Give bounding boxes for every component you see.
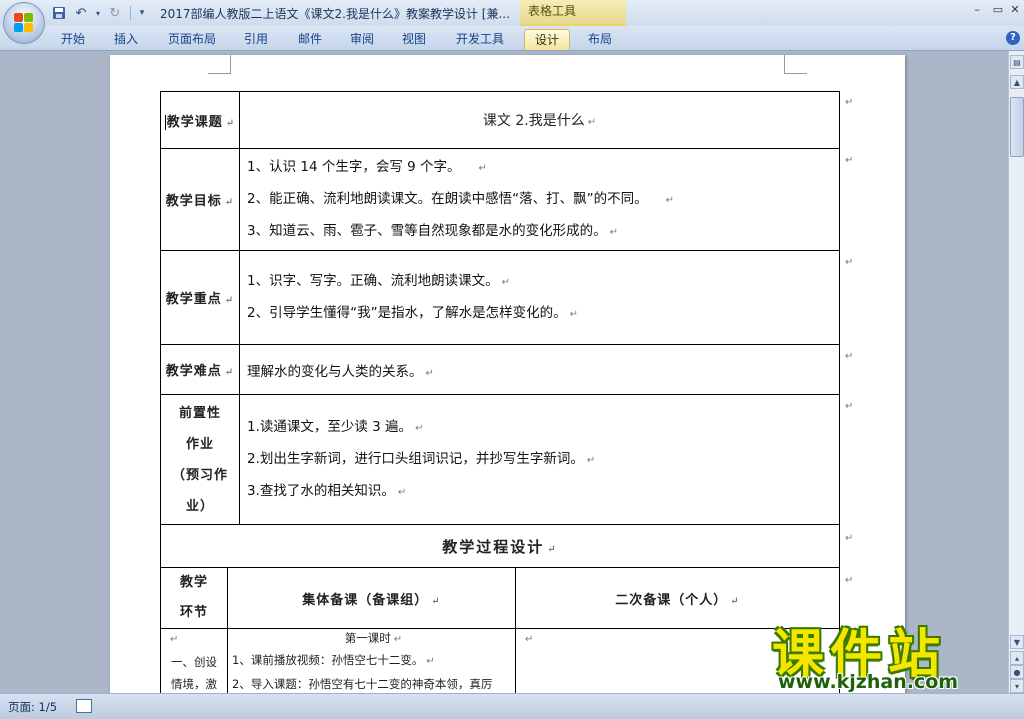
undo-icon[interactable]: ↶ (72, 4, 90, 22)
tab-mailings[interactable]: 邮件 (288, 29, 332, 49)
goal-line: 2、能正确、流利地朗读课文。在朗读中感悟“落、打、飘”的不同。 ↵ (247, 190, 674, 207)
table-row: 前置性 作业 （预习作 业） 1.读通课文，至少读 3 遍。 ↵ 2.划出生字新词… (160, 394, 841, 525)
goal-line: 1、认识 14 个生字，会写 9 个字。 ↵ (247, 158, 487, 175)
preview-line: 1.读通课文，至少读 3 遍。 ↵ (247, 418, 424, 435)
page-count[interactable]: 页面: 1/5 (8, 699, 57, 715)
row-end-mark: ↵ (845, 401, 854, 412)
table-row: 教学难点 ↵ 理解水的变化与人类的关系。 ↵ (160, 344, 841, 395)
group-prep-content-cell[interactable]: 第一课时 ↵ 1、课前播放视频：孙悟空七十二变。 ↵ 2、导入课题：孙悟空有七十二变… (227, 628, 516, 693)
crop-mark-right (784, 55, 807, 74)
undo-dropdown-icon[interactable]: ▾ (94, 4, 102, 22)
crop-mark-left (208, 55, 231, 74)
office-logo-icon (14, 13, 34, 33)
customize-qat-icon[interactable]: ▾ (137, 4, 147, 22)
restore-button[interactable]: ▭ (991, 3, 1005, 16)
row-end-mark: ↵ (845, 155, 854, 166)
quick-access-toolbar: ↶ ▾ ↻ ▾ (50, 4, 147, 22)
goal-line: 3、知道云、雨、雹子、雪等自然现象都是水的变化形成的。 ↵ (247, 222, 618, 239)
table-row: 教学目标 ↵ 1、认识 14 个生字，会写 9 个字。 ↵ 2、能正确、流利地朗读课… (160, 148, 841, 251)
previous-page-icon[interactable]: ▴ (1010, 651, 1024, 665)
document-title: 2017部编人教版二上语文《课文2.我是什么》教案教学设计 [兼... (160, 7, 510, 21)
preview-label-cell[interactable]: 前置性 作业 （预习作 业） (160, 394, 240, 525)
table-row: 教学课题 ↵ 课文 2.我是什么 ↵ (160, 91, 841, 149)
vertical-scrollbar[interactable]: ▤ ▲ ▼ ▴ ● ▾ (1008, 51, 1024, 693)
table-tools-context-label: 表格工具 (520, 0, 626, 26)
document-page[interactable]: 教学课题 ↵ 课文 2.我是什么 ↵ 教学目标 ↵ 1、认识 14 个生字，会写 9 … (110, 55, 905, 693)
tab-insert[interactable]: 插入 (104, 29, 148, 49)
scroll-down-icon[interactable]: ▼ (1010, 635, 1024, 649)
redo-icon[interactable]: ↻ (106, 4, 124, 22)
status-bar: 页面: 1/5 (0, 693, 1024, 719)
difficulty-value: 理解水的变化与人类的关系。 (247, 363, 423, 380)
tab-references[interactable]: 引用 (234, 29, 278, 49)
preview-line: 2.划出生字新词，进行口头组词识记，并抄写生字新词。 ↵ (247, 450, 596, 467)
qat-separator (130, 6, 131, 20)
goals-content-cell[interactable]: 1、认识 14 个生字，会写 9 个字。 ↵ 2、能正确、流利地朗读课文。在朗读中… (238, 148, 841, 251)
close-icon[interactable]: ✕ (1008, 3, 1022, 16)
help-icon[interactable]: ? (1006, 31, 1020, 45)
row-end-mark: ↵ (845, 351, 854, 362)
tab-view[interactable]: 视图 (392, 29, 436, 49)
tab-developer[interactable]: 开发工具 (448, 29, 512, 49)
row-end-mark: ↵ (845, 575, 854, 586)
difficulty-label: 教学难点 (165, 364, 222, 379)
row-end-mark: ↵ (845, 257, 854, 268)
tab-layout[interactable]: 布局 (578, 29, 622, 49)
tab-home[interactable]: 开始 (50, 29, 96, 49)
ruler-toggle-icon[interactable]: ▤ (1010, 55, 1024, 69)
topic-value: 课文 2.我是什么 (482, 113, 585, 129)
preview-line: 3.查找了水的相关知识。 ↵ (247, 482, 407, 499)
stage-header-cell[interactable]: 教学 环节 (160, 567, 228, 629)
table-row: ↵ 一、创设 情境，激 第一课时 ↵ 1、课前播放视频：孙悟空七十二变。 ↵ 2、导… (160, 628, 841, 693)
ribbon-tab-bar: 开始 插入 页面布局 引用 邮件 审阅 视图 开发工具 设计 布局 ? (0, 26, 1024, 51)
minimize-button[interactable]: – (970, 3, 984, 16)
difficulty-content-cell[interactable]: 理解水的变化与人类的关系。 ↵ (238, 344, 841, 395)
difficulty-label-cell[interactable]: 教学难点 ↵ (160, 344, 240, 395)
table-row: 教学重点 ↵ 1、识字、写字。正确、流利地朗读课文。 ↵ 2、引导学生懂得“我”是指… (160, 250, 841, 345)
stage-cell[interactable]: ↵ 一、创设 情境，激 (160, 628, 228, 693)
row-end-mark: ↵ (845, 533, 854, 544)
document-workspace: 教学课题 ↵ 课文 2.我是什么 ↵ 教学目标 ↵ 1、认识 14 个生字，会写 9 … (0, 51, 1008, 693)
scroll-thumb[interactable] (1010, 97, 1024, 157)
process-title: 教学过程设计 (442, 537, 545, 556)
next-page-icon[interactable]: ▾ (1010, 679, 1024, 693)
text-cursor (164, 114, 166, 130)
topic-value-cell[interactable]: 课文 2.我是什么 ↵ (238, 91, 841, 149)
row-end-mark: ↵ (845, 97, 854, 108)
group-prep-header-cell[interactable]: 集体备课（备课组） ↵ (227, 567, 516, 629)
tab-page-layout[interactable]: 页面布局 (160, 29, 224, 49)
scroll-up-icon[interactable]: ▲ (1010, 75, 1024, 89)
table-row: 教学 环节 集体备课（备课组） ↵ 二次备课（个人） ↵ (160, 567, 841, 629)
goals-label: 教学目标 (165, 194, 222, 209)
office-button[interactable] (3, 2, 45, 44)
proofing-icon[interactable] (76, 699, 92, 713)
table-row: 教学过程设计 ↵ (159, 524, 841, 568)
process-title-cell[interactable]: 教学过程设计 ↵ (159, 524, 841, 568)
save-icon[interactable] (50, 4, 68, 22)
watermark-url: www.kjzhan.com (778, 671, 959, 693)
key-points-content-cell[interactable]: 1、识字、写字。正确、流利地朗读课文。 ↵ 2、引导学生懂得“我”是指水，了解水是… (238, 250, 841, 345)
tab-design[interactable]: 设计 (524, 29, 570, 50)
tab-review[interactable]: 审阅 (340, 29, 384, 49)
goals-label-cell[interactable]: 教学目标 ↵ (160, 148, 240, 251)
select-browse-object-icon[interactable]: ● (1010, 665, 1024, 679)
lesson-plan-table[interactable]: 教学课题 ↵ 课文 2.我是什么 ↵ 教学目标 ↵ 1、认识 14 个生字，会写 9 … (159, 91, 841, 693)
preview-content-cell[interactable]: 1.读通课文，至少读 3 遍。 ↵ 2.划出生字新词，进行口头组词识记，并抄写生字… (238, 394, 841, 525)
title-bar: ↶ ▾ ↻ ▾ 2017部编人教版二上语文《课文2.我是什么》教案教学设计 [兼… (0, 0, 1024, 44)
topic-label: 教学课题 (166, 114, 223, 130)
topic-label-cell[interactable]: 教学课题 ↵ (160, 91, 240, 149)
key-points-label-cell[interactable]: 教学重点 ↵ (160, 250, 240, 345)
key-point-line: 1、识字、写字。正确、流利地朗读课文。 ↵ (247, 272, 510, 289)
key-points-label: 教学重点 (165, 292, 222, 307)
key-point-line: 2、引导学生懂得“我”是指水，了解水是怎样变化的。 ↵ (247, 304, 578, 321)
